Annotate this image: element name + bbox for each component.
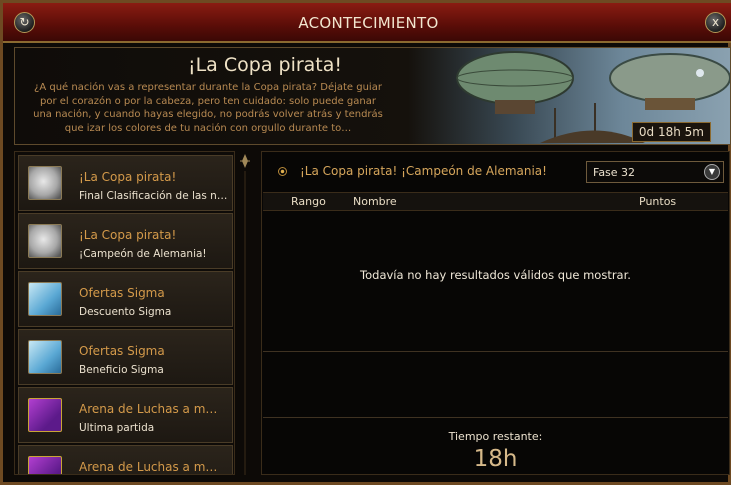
event-detail-panel: ¡La Copa pirata! ¡Campeón de Alemania! F… bbox=[261, 151, 730, 475]
results-table-header: Rango Nombre Puntos bbox=[263, 192, 728, 211]
column-name: Nombre bbox=[353, 195, 397, 208]
arena-icon bbox=[28, 456, 62, 474]
list-item[interactable]: Arena de Luchas a m… bbox=[18, 445, 233, 474]
close-button[interactable]: x bbox=[705, 12, 726, 33]
list-item-title: ¡La Copa pirata! bbox=[79, 170, 177, 184]
chevron-down-icon[interactable]: ▼ bbox=[704, 164, 720, 180]
arena-icon bbox=[28, 398, 62, 432]
list-item[interactable]: Ofertas Sigma Descuento Sigma bbox=[18, 271, 233, 327]
event-window: ↻ ACONTECIMIENTO x ¡La Copa pirata! ¿A q… bbox=[0, 0, 731, 485]
list-item-subtitle: Última partida bbox=[79, 422, 155, 434]
remaining-time-label: Tiempo restante: bbox=[448, 430, 543, 443]
list-item-title: Ofertas Sigma bbox=[79, 286, 165, 300]
event-list: ¡La Copa pirata! Final Clasificación de … bbox=[14, 151, 235, 475]
sigma-offer-icon bbox=[28, 340, 62, 374]
list-item-subtitle: Final Clasificación de las n… bbox=[79, 190, 228, 202]
list-item-title: Arena de Luchas a m… bbox=[79, 460, 218, 474]
list-item-title: ¡La Copa pirata! bbox=[79, 228, 177, 242]
list-item-title: Arena de Luchas a m… bbox=[79, 402, 218, 416]
empty-results-message: Todavía no hay resultados válidos que mo… bbox=[360, 268, 631, 282]
list-item-subtitle: Descuento Sigma bbox=[79, 306, 172, 318]
list-item-subtitle: Beneficio Sigma bbox=[79, 364, 164, 376]
title-bar: ↻ ACONTECIMIENTO x bbox=[3, 3, 731, 43]
phase-dropdown-value: Fase 32 bbox=[593, 166, 636, 179]
window-title: ACONTECIMIENTO bbox=[298, 14, 439, 32]
banner-description: ¿A qué nación vas a representar durante … bbox=[33, 82, 383, 134]
list-item-subtitle: ¡Campeón de Alemania! bbox=[79, 248, 207, 260]
divider bbox=[263, 417, 728, 418]
soccer-ball-icon bbox=[28, 166, 62, 200]
list-item[interactable]: ¡La Copa pirata! ¡Campeón de Alemania! bbox=[18, 213, 233, 269]
sigma-offer-icon bbox=[28, 282, 62, 316]
list-item[interactable]: Arena de Luchas a m… Última partida bbox=[18, 387, 233, 443]
selected-event-name: ¡La Copa pirata! ¡Campeón de Alemania! bbox=[300, 164, 547, 178]
panel-divider bbox=[240, 154, 250, 475]
close-icon: x bbox=[711, 15, 720, 29]
divider bbox=[263, 351, 728, 352]
remaining-time-value: 18h bbox=[473, 446, 518, 472]
banner-title: ¡La Copa pirata! bbox=[187, 54, 343, 76]
list-item[interactable]: ¡La Copa pirata! Final Clasificación de … bbox=[18, 155, 233, 211]
event-timer: 0d 18h 5m bbox=[631, 122, 711, 142]
list-item-title: Ofertas Sigma bbox=[79, 344, 165, 358]
list-item[interactable]: Ofertas Sigma Beneficio Sigma bbox=[18, 329, 233, 385]
phase-dropdown[interactable]: Fase 32 ▼ bbox=[586, 161, 724, 183]
event-banner: ¡La Copa pirata! ¿A qué nación vas a rep… bbox=[14, 47, 731, 145]
event-radio-button[interactable] bbox=[278, 167, 287, 176]
column-rank: Rango bbox=[291, 195, 326, 208]
soccer-ball-icon bbox=[28, 224, 62, 258]
column-points: Puntos bbox=[639, 195, 677, 208]
